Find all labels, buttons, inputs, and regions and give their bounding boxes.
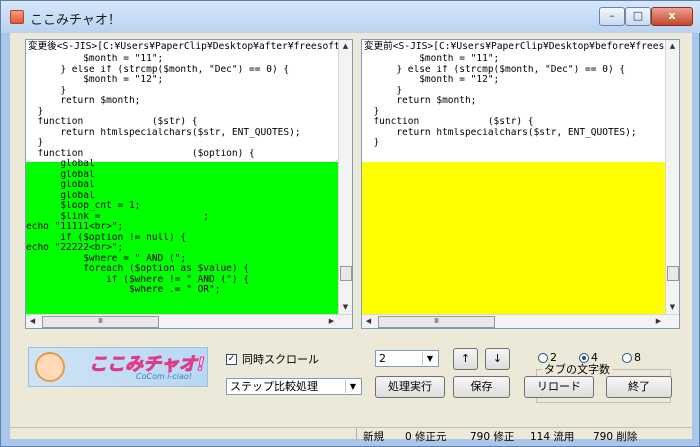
app-logo: ここみチャオ! CoCom i-ciao! — [28, 347, 208, 387]
code-line[interactable]: global — [26, 159, 301, 170]
compare-mode-select[interactable]: ステップ比較処理 ▼ — [226, 378, 362, 395]
before-pane[interactable]: 変更前<S-JIS>[C:¥Users¥PaperClip¥Desktop¥be… — [361, 39, 680, 329]
after-code[interactable]: $month = "11"; } else if (strcmp($month,… — [26, 54, 301, 296]
scroll-right-arrow-icon[interactable]: ▶ — [325, 315, 338, 328]
tab-4-label[interactable]: 4 — [591, 351, 598, 364]
hscroll-thumb[interactable]: Ⅲ — [42, 316, 159, 328]
status-mode: 新規 — [363, 431, 384, 443]
compare-mode-value: ステップ比較処理 — [230, 380, 318, 393]
tab-8-label[interactable]: 8 — [634, 351, 641, 364]
code-line[interactable]: global — [26, 170, 301, 181]
window-title: ここみチャオ！ — [30, 13, 121, 28]
hscroll-thumb[interactable]: Ⅲ — [378, 316, 495, 328]
scroll-down-arrow-icon[interactable]: ▼ — [339, 301, 352, 314]
scroll-up-arrow-icon[interactable]: ▲ — [339, 40, 352, 53]
scroll-left-arrow-icon[interactable]: ◀ — [26, 315, 39, 328]
code-line[interactable]: } — [362, 107, 637, 118]
code-line[interactable]: $month = "12"; — [362, 75, 637, 86]
code-line[interactable]: return htmlspecialchars($str, ENT_QUOTES… — [362, 128, 636, 139]
tab-4-radio[interactable] — [579, 353, 589, 363]
status-bar: 新規 0 修正元 790 修正 114 流用 790 削除 — [10, 427, 692, 443]
mascot-icon — [35, 352, 65, 382]
sync-scroll-checkbox[interactable]: ✓ — [226, 354, 237, 365]
prev-diff-button[interactable]: ↑ — [453, 348, 478, 370]
client-area: 変更後<S-JIS>[C:¥Users¥PaperClip¥Desktop¥af… — [10, 33, 692, 443]
after-pane[interactable]: 変更後<S-JIS>[C:¥Users¥PaperClip¥Desktop¥af… — [25, 39, 353, 329]
tab-8-radio[interactable] — [622, 353, 632, 363]
code-line[interactable]: $where .= " OR"; — [26, 285, 301, 296]
code-line[interactable]: $month = "11"; — [26, 54, 301, 65]
title-bar[interactable]: ここみチャオ！ – □ x — [1, 1, 700, 33]
code-line[interactable]: } — [362, 138, 637, 149]
code-line[interactable]: } — [26, 86, 301, 97]
scroll-left-arrow-icon[interactable]: ◀ — [362, 315, 375, 328]
code-line[interactable]: } — [362, 86, 637, 97]
scroll-thumb[interactable] — [340, 266, 352, 281]
before-pane-header: 変更前<S-JIS>[C:¥Users¥PaperClip¥Desktop¥be… — [364, 41, 668, 52]
app-icon — [10, 10, 24, 24]
before-vertical-scrollbar[interactable]: ▲ ▼ — [665, 40, 679, 314]
scroll-thumb[interactable] — [667, 266, 679, 281]
before-code[interactable]: $month = "11"; } else if (strcmp($month,… — [362, 54, 637, 149]
before-horizontal-scrollbar[interactable]: ◀ Ⅲ ▶ — [362, 314, 679, 328]
code-line[interactable]: global — [26, 191, 301, 202]
app-window: ここみチャオ！ – □ x 変更後<S-JIS>[C:¥Users¥PaperC… — [0, 0, 700, 447]
code-line[interactable]: $where = " AND ("; — [26, 254, 301, 265]
code-line[interactable]: $link = ; — [26, 212, 301, 223]
code-line[interactable]: $loop_cnt = 1; — [26, 201, 301, 212]
next-diff-button[interactable]: ↓ — [485, 348, 510, 370]
code-line[interactable]: echo "11111<br>"; — [26, 222, 301, 233]
code-line[interactable]: } else if (strcmp($month, "Dec") == 0) { — [26, 65, 301, 76]
minimize-button[interactable]: – — [599, 7, 625, 26]
status-moved: 114 流用 — [530, 431, 575, 443]
code-line[interactable]: echo "22222<br>"; — [26, 243, 301, 254]
code-line[interactable]: return $month; — [26, 96, 301, 107]
level-select[interactable]: 2 ▼ — [375, 350, 439, 367]
code-line[interactable]: $month = "12"; — [26, 75, 301, 86]
scroll-right-arrow-icon[interactable]: ▶ — [652, 315, 665, 328]
status-deleted: 790 削除 — [593, 431, 638, 443]
save-button[interactable]: 保存 — [453, 376, 510, 398]
code-line[interactable]: if ($option != null) { — [26, 233, 301, 244]
after-vertical-scrollbar[interactable]: ▲ ▼ — [338, 40, 352, 314]
tab-2-radio[interactable] — [538, 353, 548, 363]
scroll-up-arrow-icon[interactable]: ▲ — [666, 40, 679, 53]
code-line[interactable]: } — [26, 138, 301, 149]
chevron-down-icon[interactable]: ▼ — [422, 352, 437, 365]
code-line[interactable]: if ($where != " AND (") { — [26, 275, 301, 286]
reload-button[interactable]: リロード — [524, 376, 594, 398]
code-line[interactable]: } else if (strcmp($month, "Dec") == 0) { — [362, 65, 637, 76]
level-value: 2 — [379, 352, 386, 365]
code-line[interactable]: } — [26, 107, 301, 118]
after-pane-header: 変更後<S-JIS>[C:¥Users¥PaperClip¥Desktop¥af… — [28, 41, 341, 52]
removed-block-highlight — [362, 162, 666, 325]
close-button[interactable]: x — [651, 7, 693, 26]
code-line[interactable]: global — [26, 180, 301, 191]
code-line[interactable]: return htmlspecialchars($str, ENT_QUOTES… — [26, 128, 300, 139]
maximize-button[interactable]: □ — [625, 7, 651, 26]
code-line[interactable]: function ($option) { — [26, 149, 301, 160]
code-line[interactable]: $month = "11"; — [362, 54, 637, 65]
logo-subtext: CoCom i-ciao! — [136, 372, 193, 381]
status-modified: 790 修正 — [470, 431, 515, 443]
tab-2-label[interactable]: 2 — [550, 351, 557, 364]
status-divider — [356, 428, 357, 441]
code-line[interactable]: function ($str) { — [362, 117, 637, 128]
exit-button[interactable]: 終了 — [606, 376, 672, 398]
code-line[interactable]: foreach ($option as $value) { — [26, 264, 301, 275]
after-horizontal-scrollbar[interactable]: ◀ Ⅲ ▶ — [26, 314, 352, 328]
code-line[interactable]: function ($str) { — [26, 117, 301, 128]
run-button[interactable]: 処理実行 — [375, 376, 445, 398]
code-line[interactable]: return $month; — [362, 96, 637, 107]
chevron-down-icon[interactable]: ▼ — [345, 380, 360, 393]
scroll-down-arrow-icon[interactable]: ▼ — [666, 301, 679, 314]
sync-scroll-label[interactable]: 同時スクロール — [242, 351, 319, 367]
status-modified-src: 0 修正元 — [405, 431, 447, 443]
